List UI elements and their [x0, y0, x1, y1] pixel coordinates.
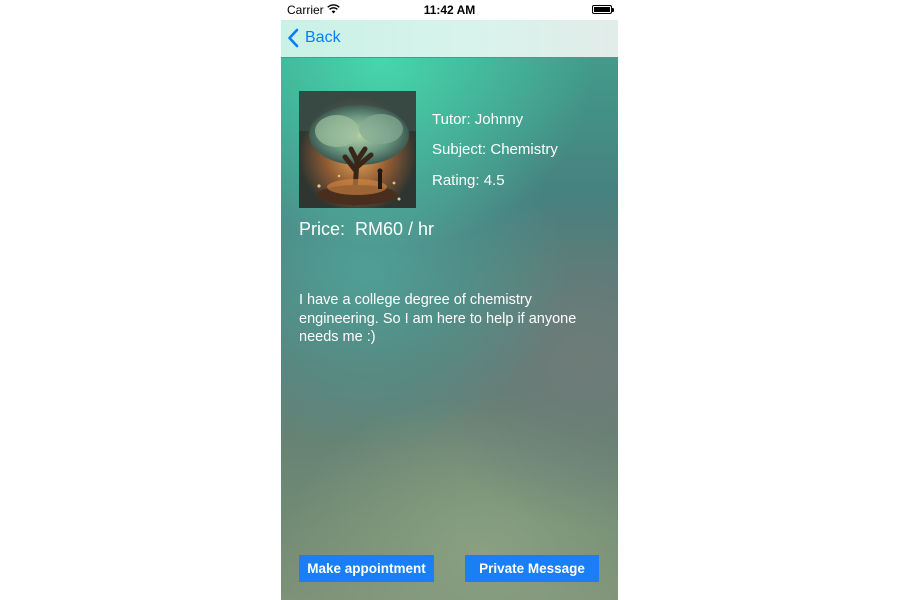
tutor-photo	[299, 91, 416, 208]
clock: 11:42 AM	[423, 3, 476, 17]
tutor-rating: Rating: 4.5	[432, 172, 505, 189]
back-label: Back	[305, 29, 341, 46]
tutor-description: I have a college degree of chemistry eng…	[299, 292, 577, 345]
battery-icon	[592, 5, 614, 14]
tutor-subject: Subject: Chemistry	[432, 141, 558, 158]
back-button[interactable]: Back	[287, 27, 341, 49]
tutor-name: Tutor: Johnny	[432, 111, 524, 128]
tutor-price: Price: RM60 / hr	[299, 219, 435, 239]
private-message-button[interactable]: Private Message	[465, 555, 599, 582]
make-appointment-button[interactable]: Make appointment	[299, 555, 434, 582]
navigation-bar: Back	[281, 20, 618, 58]
status-bar: Carrier 11:42 AM	[281, 0, 618, 20]
chevron-left-icon	[288, 28, 299, 48]
phone-screen: Carrier 11:42 AM Back Tutor: Johnny Subj…	[281, 0, 618, 600]
